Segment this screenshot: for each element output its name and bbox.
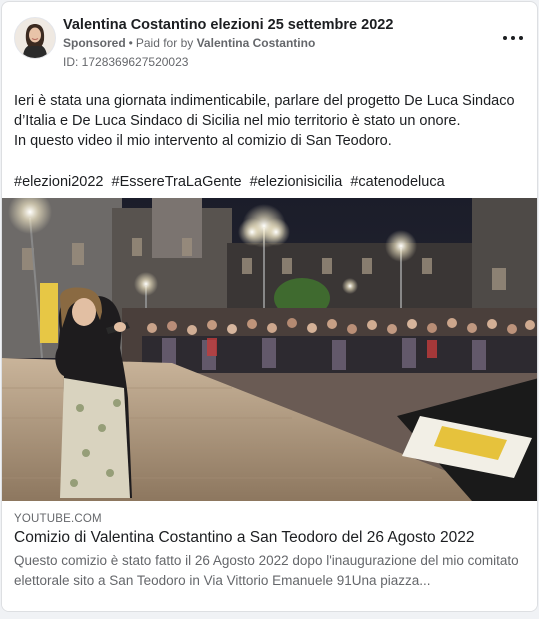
sponsored-label[interactable]: Sponsored [63,36,126,50]
more-horizontal-icon [503,36,507,40]
post-body-line: Ieri è stata una giornata indimenticabil… [14,93,515,129]
hashtag[interactable]: #elezioni2022 [14,174,104,190]
post-image[interactable] [2,198,537,501]
paid-for-prefix: Paid for by [135,36,194,50]
paid-for-name: Valentina Costantino [196,36,316,50]
ad-post-card: Valentina Costantino elezioni 25 settemb… [1,1,538,612]
profile-photo [15,18,55,58]
hashtags: #elezioni2022 #EssereTraLaGente #elezion… [14,172,524,192]
ad-id: ID: 1728369627520023 [63,55,189,69]
post-body: Ieri è stata una giornata indimenticabil… [14,91,524,151]
rally-photo [2,198,537,501]
hashtag[interactable]: #catenodeluca [350,174,444,190]
hashtag[interactable]: #EssereTraLaGente [112,174,242,190]
link-title[interactable]: Comizio di Valentina Costantino a San Te… [14,529,529,547]
link-description: Questo comizio è stato fatto il 26 Agost… [14,553,519,588]
post-body-line: In questo video il mio intervento al com… [14,133,392,149]
avatar[interactable] [14,17,56,59]
post-header: Valentina Costantino elezioni 25 settemb… [2,2,537,72]
link-domain: YOUTUBE.COM [14,513,102,525]
page-name[interactable]: Valentina Costantino elezioni 25 settemb… [63,17,393,33]
separator-dot: • [128,36,133,50]
link-preview[interactable]: YOUTUBE.COM Comizio di Valentina Costant… [2,501,537,611]
more-horizontal-icon-dot [519,36,523,40]
sponsor-line: Sponsored • Paid for by Valentina Costanti… [63,36,315,50]
more-horizontal-icon-dot [511,36,515,40]
more-options-button[interactable] [503,30,523,46]
hashtag[interactable]: #elezionisicilia [250,174,343,190]
